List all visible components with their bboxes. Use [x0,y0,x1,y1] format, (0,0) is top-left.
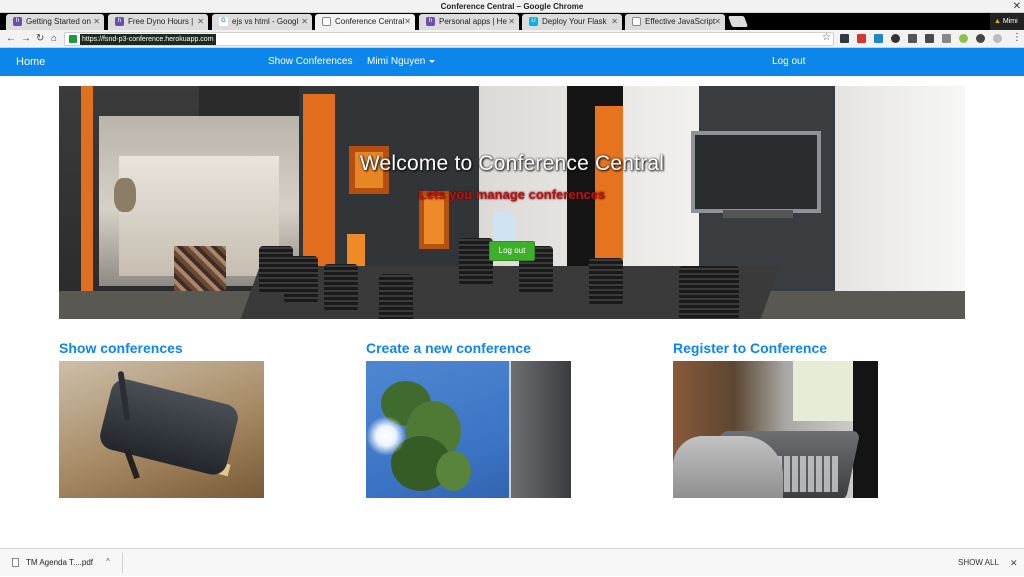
secure-lock-icon [69,35,77,43]
window-titlebar: Conference Central – Google Chrome ✕ [0,0,1024,13]
window-title: Conference Central – Google Chrome [440,2,584,11]
hero-title: Welcome to Conference Central [359,152,665,175]
hero-logout-button[interactable]: Log out [489,241,535,261]
extension-icon[interactable] [976,34,985,43]
home-icon[interactable]: ⌂ [51,32,57,46]
tab-strip: h Getting Started on ✕ h Free Dyno Hours… [0,13,1024,30]
new-tab-button[interactable] [727,16,749,27]
heroku-icon: h [426,17,435,26]
tab-free-dyno-hours[interactable]: h Free Dyno Hours | ✕ [108,14,208,30]
extension-icon[interactable] [959,34,968,43]
card-title-link[interactable]: Show conferences [59,339,264,359]
hero-banner: Welcome to Conference Central Lets you m… [59,86,965,319]
card-register-conference: Register to Conference [673,339,878,498]
nav-user-dropdown[interactable]: Mimi Nguyen [367,48,436,76]
download-item[interactable]: TM Agenda T....pdf [26,549,93,577]
tab-close-icon[interactable]: ✕ [404,14,411,29]
nav-show-conferences-link[interactable]: Show Conferences [268,48,353,76]
google-icon: G [219,17,228,26]
profile-name: Mimi [1002,18,1018,25]
profile-button[interactable]: ▲ Mimi [990,13,1024,30]
nav-home-link[interactable]: Home [16,48,45,76]
tab-label: ejs vs html - Googl [232,17,299,26]
back-arrow-icon[interactable]: ← [6,32,16,46]
tab-close-icon[interactable]: ✕ [301,14,308,29]
tab-label: Deploy Your Flask [542,17,607,26]
card-create-conference: Create a new conference [366,339,571,498]
extension-icon[interactable] [908,34,917,43]
heroku-icon: h [13,17,22,26]
window-close-icon[interactable]: ✕ [1013,0,1021,13]
udacity-icon: U [529,17,538,26]
nav-user-name: Mimi Nguyen [367,56,426,67]
tab-close-icon[interactable]: ✕ [93,14,100,29]
tab-label: Getting Started on [26,17,91,26]
tab-label: Personal apps | He [439,17,507,26]
tab-conference-central[interactable]: Conference Central ✕ [315,14,415,30]
extension-icon[interactable] [874,34,883,43]
caret-down-icon [429,59,436,63]
extension-icon[interactable] [942,34,951,43]
extension-icon[interactable] [993,34,1002,43]
card-title-link[interactable]: Register to Conference [673,339,878,359]
show-all-downloads-button[interactable]: SHOW ALL [958,549,999,577]
card-show-conferences: Show conferences [59,339,264,498]
omnibox[interactable]: https://fsnd-p3-conference.herokuapp.com [64,32,834,46]
tab-deploy-flask[interactable]: U Deploy Your Flask ✕ [522,14,622,30]
close-icon[interactable]: ✕ [1010,549,1018,577]
page-icon [322,17,331,26]
page-icon [632,17,641,26]
tab-label: Free Dyno Hours | [128,17,194,26]
gear-icon[interactable] [891,34,900,43]
tab-label: Conference Central [335,17,405,26]
forward-arrow-icon[interactable]: → [21,32,31,46]
pdf-file-icon [12,558,19,567]
download-bar: TM Agenda T....pdf ^ SHOW ALL ✕ [0,548,1024,576]
reload-icon[interactable]: ↻ [36,32,44,46]
extension-icon[interactable] [857,34,866,43]
warning-icon: ▲ [994,18,1001,25]
tab-label: Effective JavaScript [645,17,716,26]
hero-subtitle: Lets you manage conferences [418,187,606,202]
card-title-link[interactable]: Create a new conference [366,339,571,359]
water-cooler [493,212,515,242]
building-image[interactable] [366,361,571,498]
chevron-up-icon[interactable]: ^ [106,549,110,575]
wallet-image[interactable] [59,361,264,498]
tab-close-icon[interactable]: ✕ [197,14,204,29]
nav-logout-link[interactable]: Log out [772,48,805,76]
url-text[interactable]: https://fsnd-p3-conference.herokuapp.com [80,34,216,45]
tab-close-icon[interactable]: ✕ [714,14,721,29]
tab-effective-javascript[interactable]: Effective JavaScript ✕ [625,14,725,30]
tab-close-icon[interactable]: ✕ [611,14,618,29]
app-navbar: Home Show Conferences Mimi Nguyen Log ou… [0,48,1024,76]
extension-icon[interactable] [840,34,849,43]
telephone-image[interactable] [673,361,878,498]
address-toolbar: ← → ↻ ⌂ https://fsnd-p3-conference.herok… [0,30,1024,48]
tab-personal-apps[interactable]: h Personal apps | He ✕ [419,14,519,30]
tab-close-icon[interactable]: ✕ [508,14,515,29]
tab-ejs-vs-html[interactable]: G ejs vs html - Googl ✕ [212,14,312,30]
bookmark-star-icon[interactable]: ☆ [822,32,831,44]
tab-getting-started[interactable]: h Getting Started on ✕ [6,14,104,30]
extension-icon[interactable] [925,34,934,43]
chrome-menu-icon[interactable]: ⋮ [1012,32,1022,44]
heroku-icon: h [115,17,124,26]
